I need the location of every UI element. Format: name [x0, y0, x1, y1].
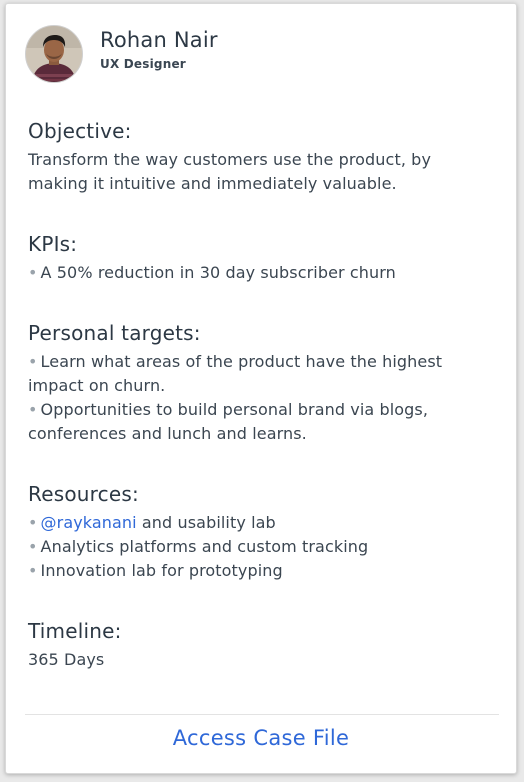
objective-heading: Objective:	[28, 119, 132, 143]
profile-card: Rohan Nair UX Designer Objective: Transf…	[5, 3, 517, 774]
resources-list: • @raykanani and usability lab • Analytics…	[28, 511, 496, 583]
kpis-heading: KPIs:	[28, 232, 78, 256]
objective-text: Transform the way customers use the prod…	[28, 150, 432, 193]
bullet-icon: •	[28, 537, 38, 556]
personal-targets-section: Personal targets: • Learn what areas of t…	[28, 320, 496, 446]
mention-link[interactable]: @raykanani	[41, 513, 137, 532]
kpi-text: A 50% reduction in 30 day subscriber chu…	[40, 263, 396, 282]
resource-text: and usability lab	[136, 513, 276, 532]
target-text: Opportunities to build personal brand vi…	[28, 400, 429, 443]
avatar-image	[26, 26, 82, 82]
identity-block: Rohan Nair UX Designer	[100, 27, 218, 71]
bullet-icon: •	[28, 561, 38, 580]
access-case-file-link[interactable]: Access Case File	[6, 726, 516, 750]
objective-section: Objective: Transform the way customers u…	[28, 118, 496, 196]
resources-section: Resources: • @raykanani and usability lab…	[28, 481, 496, 583]
list-item: • Opportunities to build personal brand v…	[28, 398, 496, 446]
profile-header: Rohan Nair UX Designer	[25, 25, 218, 83]
list-item: • A 50% reduction in 30 day subscriber ch…	[28, 261, 496, 285]
list-item: • @raykanani and usability lab	[28, 511, 496, 535]
bullet-icon: •	[28, 352, 38, 371]
bullet-icon: •	[28, 513, 38, 532]
bullet-icon: •	[28, 263, 38, 282]
list-item: • Innovation lab for prototyping	[28, 559, 496, 583]
profile-role: UX Designer	[100, 57, 186, 71]
timeline-heading: Timeline:	[28, 619, 122, 643]
resource-text: Innovation lab for prototyping	[40, 561, 283, 580]
list-item: • Learn what areas of the product have th…	[28, 350, 496, 398]
target-text: Learn what areas of the product have the…	[28, 352, 443, 395]
timeline-value: 365 Days	[28, 650, 105, 669]
list-item: • Analytics platforms and custom tracking	[28, 535, 496, 559]
resources-heading: Resources:	[28, 482, 139, 506]
bullet-icon: •	[28, 400, 38, 419]
kpis-section: KPIs: • A 50% reduction in 30 day subscri…	[28, 231, 496, 285]
timeline-section: Timeline: 365 Days	[28, 618, 496, 672]
avatar	[25, 25, 83, 83]
kpis-list: • A 50% reduction in 30 day subscriber ch…	[28, 261, 496, 285]
profile-name: Rohan Nair	[100, 28, 218, 52]
personal-targets-list: • Learn what areas of the product have th…	[28, 350, 496, 446]
personal-targets-heading: Personal targets:	[28, 321, 201, 345]
divider	[25, 714, 499, 715]
resource-text: Analytics platforms and custom tracking	[40, 537, 369, 556]
